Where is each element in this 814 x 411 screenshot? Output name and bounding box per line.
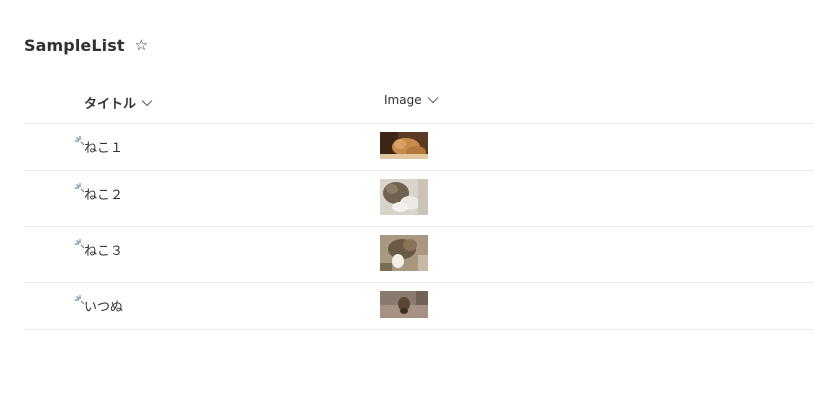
column-header-title-label: タイトル bbox=[84, 97, 137, 112]
table-row[interactable]: ねこ１ bbox=[24, 124, 814, 171]
list-grid: タイトル Image ねこ１ ねこ２ ねこ３ いつぬ bbox=[24, 82, 814, 330]
cat-photo-thumbnail[interactable] bbox=[380, 235, 428, 271]
cat-photo-thumbnail[interactable] bbox=[380, 132, 428, 159]
table-row[interactable]: ねこ３ bbox=[24, 227, 814, 283]
list-header: SampleList ☆ bbox=[24, 36, 148, 55]
chevron-down-icon bbox=[427, 96, 439, 104]
item-title-link[interactable]: ねこ３ bbox=[84, 240, 123, 259]
page-title: SampleList bbox=[24, 36, 125, 55]
item-title-link[interactable]: ねこ１ bbox=[84, 137, 123, 156]
cat-photo-thumbnail[interactable] bbox=[380, 179, 428, 215]
column-header-title[interactable]: タイトル bbox=[84, 93, 153, 112]
table-row[interactable]: ねこ２ bbox=[24, 171, 814, 227]
list-page: SampleList ☆ タイトル Image ねこ１ ねこ２ ねこ３ いつぬ bbox=[0, 0, 814, 411]
table-row[interactable]: いつぬ bbox=[24, 283, 814, 330]
item-title-link[interactable]: ねこ２ bbox=[84, 184, 123, 203]
item-title-link[interactable]: いつぬ bbox=[84, 296, 123, 315]
star-icon[interactable]: ☆ bbox=[135, 38, 148, 53]
chevron-down-icon bbox=[141, 99, 153, 107]
column-header-row: タイトル Image bbox=[24, 82, 814, 124]
dog-photo-thumbnail[interactable] bbox=[380, 291, 428, 318]
column-header-image[interactable]: Image bbox=[384, 93, 439, 107]
column-header-image-label: Image bbox=[384, 93, 422, 107]
